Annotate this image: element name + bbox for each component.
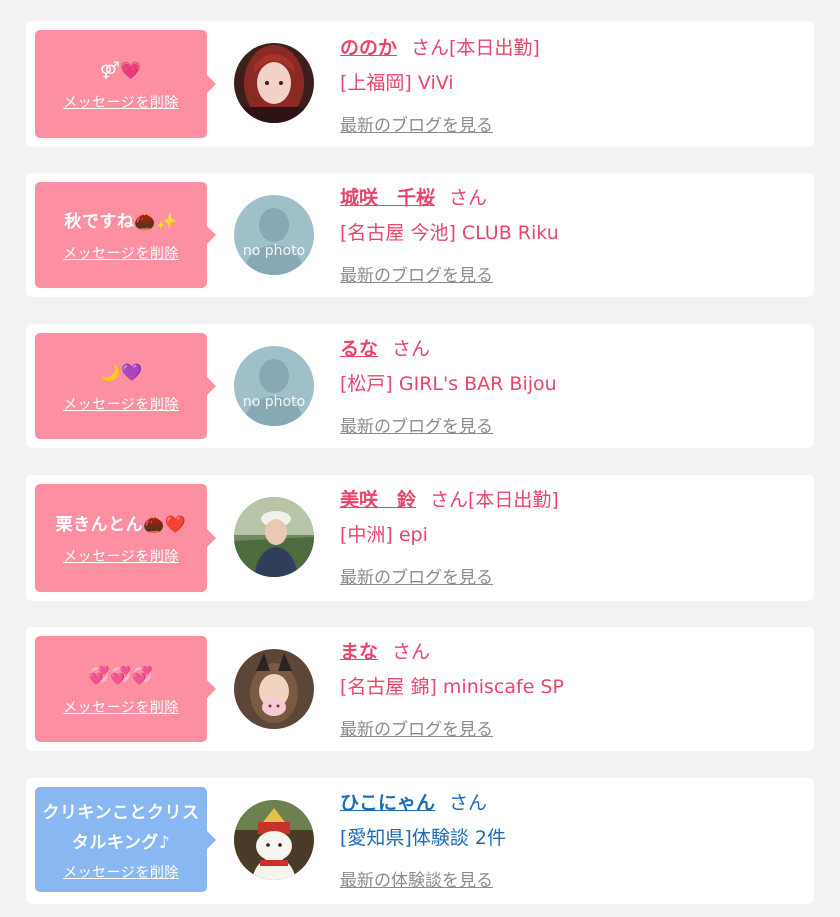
message-text: 栗きんとん🌰❤️ (55, 515, 187, 535)
message-text: 💞💞💞 (88, 666, 154, 686)
profile-name-link[interactable]: 美咲 鈴 (340, 489, 416, 511)
message-bubble: ⚤💗 メッセージを削除 (35, 30, 216, 138)
delete-message-link[interactable]: メッセージを削除 (63, 394, 179, 414)
avatar[interactable] (234, 800, 314, 880)
name-suffix: さん[本日出勤] (411, 37, 540, 59)
shop-info: [上福岡] ViVi (340, 72, 454, 94)
message-text: 秋ですね🌰✨ (64, 212, 178, 232)
message-text: ⚤💗 (99, 61, 143, 81)
avatar[interactable] (234, 497, 314, 577)
svg-text:no photo: no photo (243, 243, 305, 259)
latest-blog-link[interactable]: 最新のブログを見る (340, 567, 493, 589)
name-suffix: さん (392, 338, 431, 360)
message-card: 栗きんとん🌰❤️ メッセージを削除 美咲 鈴さん[本日出勤] [中洲] epi … (26, 475, 814, 601)
name-suffix: さん (392, 641, 431, 663)
profile-info: 城咲 千桜 さん [名古屋 今池] CLUB Riku 最新のブログを見る (340, 186, 800, 287)
profile-name-link[interactable]: ひこにゃん (340, 792, 435, 814)
shop-info: [名古屋 今池] CLUB Riku (340, 222, 559, 244)
delete-message-link[interactable]: メッセージを削除 (63, 862, 179, 882)
delete-message-link[interactable]: メッセージを削除 (63, 243, 179, 263)
shop-info: [松戸] GIRL's BAR Bijou (340, 373, 557, 395)
message-bubble: クリキンことクリスタルキング♪ メッセージを削除 (35, 787, 216, 892)
profile-name-link[interactable]: 城咲 千桜 (340, 187, 435, 209)
avatar[interactable] (234, 649, 314, 729)
name-suffix: さん (449, 187, 488, 209)
profile-info: まな さん [名古屋 錦] miniscafe SP 最新のブログを見る (340, 640, 800, 741)
shop-info: [中洲] epi (340, 524, 428, 546)
avatar-no-photo[interactable]: no photo (234, 346, 314, 426)
latest-blog-link[interactable]: 最新のブログを見る (340, 719, 493, 741)
latest-blog-link[interactable]: 最新のブログを見る (340, 265, 493, 287)
message-bubble: 栗きんとん🌰❤️ メッセージを削除 (35, 484, 216, 592)
latest-blog-link[interactable]: 最新のブログを見る (340, 115, 493, 137)
profile-info: るな さん [松戸] GIRL's BAR Bijou 最新のブログを見る (340, 337, 800, 438)
message-card: ⚤💗 メッセージを削除 ののか さん[本日出勤] [上福岡] ViVi 最新のブロ… (26, 21, 814, 147)
message-card: 秋ですね🌰✨ メッセージを削除 no photo 城咲 千桜 さん [名古屋 今池… (26, 173, 814, 297)
latest-review-link[interactable]: 最新の体験談を見る (340, 870, 493, 892)
profile-info: ののか さん[本日出勤] [上福岡] ViVi 最新のブログを見る (340, 36, 800, 137)
message-bubble: 秋ですね🌰✨ メッセージを削除 (35, 182, 216, 288)
message-card: 🌙💜 メッセージを削除 no photo るな さん [松戸] GIRL's BA… (26, 324, 814, 448)
delete-message-link[interactable]: メッセージを削除 (63, 92, 179, 112)
message-bubble: 💞💞💞 メッセージを削除 (35, 636, 216, 742)
profile-info: ひこにゃん さん [愛知県]体験談 2件 最新の体験談を見る (340, 791, 800, 892)
shop-info: [名古屋 錦] miniscafe SP (340, 676, 564, 698)
message-text: 🌙💜 (99, 363, 143, 383)
delete-message-link[interactable]: メッセージを削除 (63, 546, 179, 566)
profile-name-link[interactable]: るな (340, 338, 378, 360)
profile-info: 美咲 鈴さん[本日出勤] [中洲] epi 最新のブログを見る (340, 488, 800, 589)
message-card: クリキンことクリスタルキング♪ メッセージを削除 ひこにゃん さん [愛知県]体験… (26, 778, 814, 904)
name-suffix: さん[本日出勤] (430, 489, 559, 511)
name-suffix: さん (449, 792, 488, 814)
message-card: 💞💞💞 メッセージを削除 まな さん [名古屋 錦] miniscafe SP 最… (26, 627, 814, 751)
message-text: クリキンことクリスタルキング♪ (42, 802, 200, 853)
latest-blog-link[interactable]: 最新のブログを見る (340, 416, 493, 438)
avatar[interactable] (234, 43, 314, 123)
profile-name-link[interactable]: まな (340, 641, 378, 663)
shop-info: [愛知県]体験談 2件 (340, 827, 506, 849)
delete-message-link[interactable]: メッセージを削除 (63, 697, 179, 717)
svg-text:no photo: no photo (243, 394, 305, 410)
message-bubble: 🌙💜 メッセージを削除 (35, 333, 216, 439)
profile-name-link[interactable]: ののか (340, 37, 397, 59)
avatar-no-photo[interactable]: no photo (234, 195, 314, 275)
